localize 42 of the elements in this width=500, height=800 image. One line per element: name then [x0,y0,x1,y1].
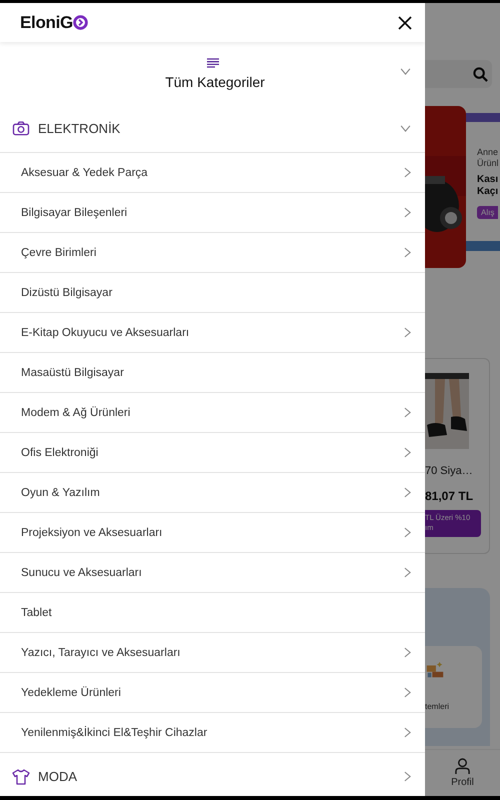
subcategory-item[interactable]: Yedekleme Ürünleri [0,673,425,713]
banner-text: Anne [477,147,500,158]
subcategory-item[interactable]: Yenilenmiş&İkinci El&Teşhir Cihazlar [0,713,425,753]
subcategory-item[interactable]: Tablet [0,593,425,633]
furniture-icon [425,660,445,680]
banner-text: Ürünl [477,158,500,169]
search-icon [473,66,488,82]
banner-stripe [466,241,500,251]
all-categories-label: Tüm Kategoriler [164,74,265,90]
category-label: ELEKTRONİK [38,121,122,136]
logo-icon [72,15,88,30]
subcategory-item[interactable]: Oyun & Yazılım [0,473,425,513]
subcategory-item[interactable]: Dizüstü Bilgisayar [0,273,425,313]
nav-label: Profil [451,777,474,788]
person-icon [454,758,470,775]
subcategory-item[interactable]: Bilgisayar Bileşenleri [0,193,425,233]
banner-stripe [466,113,500,122]
chevron-icon [404,771,411,782]
shirt-icon [12,768,30,784]
chevron-icon [400,68,411,75]
subcategory-item[interactable]: Projeksiyon ve Aksesuarları [0,513,425,553]
camera-icon [12,121,30,136]
close-icon[interactable] [398,16,412,30]
subcategory-item[interactable]: Modem & Ağ Ürünleri [0,393,425,433]
category-label: MODA [38,769,78,784]
subcategory-item[interactable]: Aksesuar & Yedek Parça [0,153,425,193]
banner-headline: Kaçı [477,186,500,198]
subcategory-item[interactable]: Çevre Birimleri [0,233,425,273]
subcategory-item[interactable]: Sunucu ve Aksesuarları [0,553,425,593]
all-categories-toggle[interactable]: Tüm Kategoriler [0,42,425,105]
category-row[interactable]: ELEKTRONİK [0,105,425,153]
subcategory-item[interactable]: E-Kitap Okuyucu ve Aksesuarları [0,313,425,353]
product-name: 70 Siya… [425,465,474,477]
subcategory-item[interactable]: Ofis Elektroniği [0,433,425,473]
category-card-label: temleri [425,702,450,711]
banner-headline: Kası [477,174,500,186]
product-price: 81,07 TL [425,489,474,503]
logo-text: EloniG [20,12,73,32]
chevron-icon [400,125,411,132]
subcategory-item[interactable]: Masaüstü Bilgisayar [0,353,425,393]
list-icon [206,58,218,68]
subcategory-item[interactable]: Yazıcı, Tarayıcı ve Aksesuarları [0,633,425,673]
